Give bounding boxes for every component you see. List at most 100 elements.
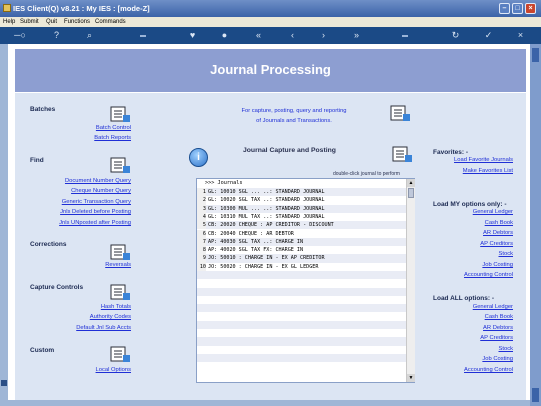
journal-row[interactable]: 8 AP: 40020 SGL TAX FX: CHARGE IN (197, 246, 406, 255)
journal-row[interactable] (197, 354, 406, 363)
status-bar (8, 400, 530, 406)
menu-commands[interactable]: Commands (95, 19, 126, 25)
capture-controls-document-icon (110, 284, 130, 300)
refresh-icon[interactable]: ↻ (450, 30, 461, 41)
menu-quit[interactable]: Quit (46, 19, 57, 25)
journal-row[interactable]: 9 JO: 50010 : CHARGE IN - EX AP CREDITOR (197, 254, 406, 263)
journal-list-scrollbar[interactable]: ▲ ▼ (406, 179, 415, 382)
default-jnl-sub-accts-link[interactable]: Default Jnl Sub Accts (76, 325, 131, 331)
journal-row[interactable] (197, 304, 406, 313)
scroll-thumb[interactable] (408, 188, 414, 198)
all-ar-debtors-link[interactable]: AR Debtors (483, 325, 513, 331)
all-accounting-control-link[interactable]: Accounting Control (464, 367, 513, 373)
toolbar: ─○ ? ⌕ ♥ ● « ‹ › » ↻ ✓ × (0, 27, 541, 44)
capture-document-icon (392, 146, 412, 162)
generic-transaction-query-link[interactable]: Generic Transaction Query (62, 199, 131, 205)
journal-row[interactable] (197, 345, 406, 354)
double-click-hint: double-click journal to perform (333, 171, 400, 177)
my-ar-debtors-link[interactable]: AR Debtors (483, 230, 513, 236)
journal-row[interactable]: 2 GL: 10020 SGL TAX ..: STANDARD JOURNAL (197, 196, 406, 205)
jnls-unposted-link[interactable]: Jnls UNposted after Posting (59, 220, 131, 226)
close-icon[interactable]: × (515, 30, 526, 41)
circle-icon[interactable]: ● (219, 30, 230, 41)
journal-row[interactable]: 4 GL: 10310 MUL TAX ..: STANDARD JOURNAL (197, 212, 406, 222)
hash-totals-link[interactable]: Hash Totals (101, 304, 131, 310)
make-favorites-list-link[interactable]: Make Favorites List (463, 168, 513, 174)
journal-row[interactable]: 5 CB: 20020 CHEQUE : AP CREDITOR - DISCOU… (197, 221, 406, 230)
maximize-button[interactable]: □ (512, 3, 523, 14)
my-job-costing-link[interactable]: Job Costing (482, 262, 513, 268)
journal-row[interactable] (197, 287, 406, 296)
journal-row[interactable]: 6 CB: 20040 CHEQUE : AR DEBTOR (197, 229, 406, 238)
journal-row[interactable] (197, 271, 406, 280)
app-icon (3, 4, 11, 12)
check-icon[interactable]: ✓ (483, 30, 494, 41)
reversals-link[interactable]: Reversals (105, 262, 131, 268)
journal-row-number: 6 (197, 229, 206, 238)
batch-control-link[interactable]: Batch Control (96, 125, 131, 131)
fast-forward-icon[interactable]: » (351, 30, 362, 41)
right-scrollbar[interactable] (530, 44, 541, 406)
batches-heading: Batches (30, 106, 56, 113)
rewind-icon[interactable]: « (253, 30, 264, 41)
all-cash-book-link[interactable]: Cash Book (485, 314, 513, 320)
forward-icon[interactable]: › (318, 30, 329, 41)
journal-row-label: AP: 40020 SGL TAX FX: CHARGE IN (208, 247, 304, 254)
journal-row-label: JO: 50020 : CHARGE IN - EX GL LEDGER (208, 263, 319, 270)
search-icon[interactable]: ⌕ (84, 30, 95, 41)
my-cash-book-link[interactable]: Cash Book (485, 220, 513, 226)
journal-row-number: 1 (197, 188, 206, 197)
all-general-ledger-link[interactable]: General Ledger (473, 304, 513, 310)
journal-row[interactable] (197, 329, 406, 338)
journal-row[interactable] (197, 312, 406, 321)
my-ap-creditors-link[interactable]: AP Creditors (480, 241, 513, 247)
load-favorite-journals-link[interactable]: Load Favorite Journals (454, 157, 513, 163)
intro-line-1: For capture, posting, query and reportin… (241, 108, 347, 114)
journal-row-number: 10 (197, 262, 206, 271)
all-stock-link[interactable]: Stock (499, 346, 514, 352)
page-banner: Journal Processing (15, 49, 526, 92)
journal-list[interactable]: >>> Journals 1 GL: 10010 SGL ... ..: STAN… (196, 178, 415, 383)
journal-row[interactable] (197, 279, 406, 288)
scroll-up-icon[interactable]: ▲ (407, 179, 415, 187)
custom-document-icon (110, 346, 130, 362)
my-general-ledger-link[interactable]: General Ledger (473, 209, 513, 215)
local-options-link[interactable]: Local Options (96, 367, 131, 373)
intro-line-2: of Journals and Transactions. (256, 118, 332, 124)
title-bar: IES Client(Q) v8.21 : My IES : [mode-Z] … (0, 0, 541, 17)
journal-row[interactable]: 1 GL: 10010 SGL ... ..: STANDARD JOURNAL (197, 188, 406, 197)
all-ap-creditors-link[interactable]: AP Creditors (480, 335, 513, 341)
strip-marker-icon (1, 380, 7, 386)
journal-row-number: 5 (197, 221, 206, 230)
batch-reports-link[interactable]: Batch Reports (94, 135, 131, 141)
back-icon[interactable]: ‹ (287, 30, 298, 41)
journal-row-label: CB: 20020 CHEQUE : AP CREDITOR - DISCOUN… (208, 222, 334, 229)
all-job-costing-link[interactable]: Job Costing (482, 356, 513, 362)
minimize-button[interactable]: – (499, 3, 510, 14)
menu-bar: Help Submit Quit Functions Commands (0, 17, 541, 27)
journal-row-number: 8 (197, 246, 206, 255)
journal-row[interactable]: 3 GL: 10300 MUL ... ..: STANDARD JOURNAL (197, 204, 406, 213)
my-accounting-control-link[interactable]: Accounting Control (464, 272, 513, 278)
help-icon[interactable]: ? (51, 30, 62, 41)
key-icon[interactable]: ─○ (8, 30, 32, 41)
journal-row-number: 9 (197, 254, 206, 263)
close-window-button[interactable]: × (525, 3, 536, 14)
journal-row-label: GL: 10300 MUL ... ..: STANDARD JOURNAL (208, 205, 325, 212)
menu-help[interactable]: Help (3, 19, 15, 25)
journal-row[interactable] (197, 295, 406, 305)
my-stock-link[interactable]: Stock (499, 251, 514, 257)
menu-functions[interactable]: Functions (64, 19, 90, 25)
document-number-query-link[interactable]: Document Number Query (65, 178, 131, 184)
scroll-down-icon[interactable]: ▼ (407, 374, 415, 382)
heart-icon[interactable]: ♥ (187, 30, 198, 41)
journal-row[interactable]: 10 JO: 50020 : CHARGE IN - EX GL LEDGER (197, 262, 406, 271)
cheque-number-query-link[interactable]: Cheque Number Query (71, 188, 131, 194)
authority-codes-link[interactable]: Authority Codes (90, 314, 131, 320)
journal-row[interactable]: 7 AP: 40030 SGL TAX ..: CHARGE IN (197, 237, 406, 247)
journal-row[interactable] (197, 362, 406, 371)
journal-row[interactable] (197, 337, 406, 346)
menu-submit[interactable]: Submit (20, 19, 39, 25)
journal-row[interactable] (197, 320, 406, 330)
jnls-deleted-link[interactable]: Jnls Deleted before Posting (60, 209, 131, 215)
